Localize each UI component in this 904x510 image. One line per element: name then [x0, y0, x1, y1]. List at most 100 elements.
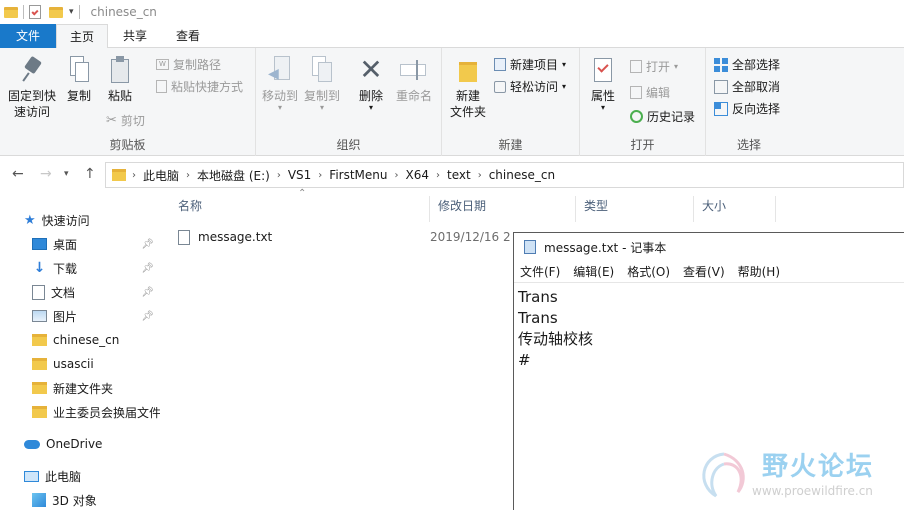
tab-view[interactable]: 查看	[164, 24, 212, 48]
nav-item-label: 下载	[53, 261, 78, 276]
nav-item-label: 图片	[53, 309, 78, 324]
nav-item-label: 桌面	[53, 237, 78, 252]
move-to-icon: ◀	[268, 56, 292, 84]
tab-share[interactable]: 共享	[112, 24, 158, 48]
menu-format[interactable]: 格式(O)	[627, 263, 670, 280]
invert-selection-label: 反向选择	[732, 102, 781, 116]
forum-watermark: 野火论坛 www.proewildfire.cn	[694, 446, 894, 506]
menu-file[interactable]: 文件(F)	[520, 263, 560, 280]
text-line: 传动轴校核	[518, 330, 594, 348]
nav-3d-objects[interactable]: 3D 对象	[32, 489, 160, 510]
nav-item-chinese-cn[interactable]: chinese_cn	[32, 329, 160, 351]
new-folder-button[interactable]: 新建 文件夹	[446, 56, 490, 120]
notepad-text-area[interactable]: Trans Trans 传动轴校核 #	[514, 283, 904, 375]
paste-shortcut-button[interactable]: 粘贴快捷方式	[156, 78, 243, 95]
cube-icon	[32, 493, 46, 507]
menu-view[interactable]: 查看(V)	[683, 263, 725, 280]
nav-item-label: 文档	[51, 285, 76, 300]
chevron-down-icon: ▾	[562, 60, 567, 69]
up-arrow-icon[interactable]: ↑	[84, 166, 96, 182]
notepad-icon	[524, 240, 536, 254]
select-none-button[interactable]: 全部取消	[714, 78, 780, 95]
rename-icon	[400, 56, 428, 84]
breadcrumb-vs1[interactable]: VS1	[288, 168, 311, 182]
menu-help[interactable]: 帮助(H)	[738, 263, 780, 280]
breadcrumb-drive-e[interactable]: 本地磁盘 (E:)	[197, 167, 270, 184]
chevron-right-icon: ›	[186, 169, 191, 181]
address-bar[interactable]: › 此电脑 › 本地磁盘 (E:) › VS1 › FirstMenu › X6…	[105, 162, 904, 188]
nav-item-new-folder[interactable]: 新建文件夹	[32, 377, 160, 399]
new-group-label: 新建	[498, 138, 523, 152]
text-file-icon	[178, 229, 190, 245]
new-folder-quick-icon[interactable]	[49, 6, 63, 18]
pin-quick-access-button[interactable]: 固定到快 速访问	[4, 55, 60, 120]
delete-button[interactable]: ✕ 删除 ▾	[354, 56, 388, 112]
nav-item-documents[interactable]: 文档 📌︎	[32, 281, 160, 303]
edit-button[interactable]: 编辑	[630, 84, 670, 101]
copy-button[interactable]: 复制	[62, 56, 96, 104]
paste-shortcut-label: 粘贴快捷方式	[171, 80, 244, 94]
copy-path-button[interactable]: W 复制路径	[156, 56, 221, 73]
folder-icon	[4, 6, 18, 18]
tab-home[interactable]: 主页	[56, 24, 108, 49]
pin-icon[interactable]: 📌︎	[141, 263, 154, 274]
open-button[interactable]: 打开 ▾	[630, 58, 678, 75]
chevron-right-icon: ›	[477, 169, 482, 181]
invert-selection-icon	[714, 101, 728, 116]
nav-item-pictures[interactable]: 图片 📌︎	[32, 305, 160, 327]
properties-quick-icon[interactable]	[29, 5, 41, 19]
nav-item-label: 新建文件夹	[53, 381, 114, 396]
breadcrumb-x64[interactable]: X64	[406, 168, 430, 182]
breadcrumb-chinese-cn[interactable]: chinese_cn	[489, 168, 555, 182]
new-item-button[interactable]: 新建项目 ▾	[494, 56, 566, 73]
rename-button[interactable]: 重命名	[392, 56, 436, 104]
copy-to-button[interactable]: 复制到 ▾	[302, 56, 342, 112]
breadcrumb-text[interactable]: text	[447, 168, 471, 182]
copy-label: 复制	[66, 89, 91, 103]
pin-icon[interactable]: 📌︎	[141, 287, 154, 298]
column-header-type[interactable]: 类型	[576, 196, 694, 222]
file-name: message.txt	[198, 230, 273, 244]
easy-access-button[interactable]: 轻松访问 ▾	[494, 78, 566, 95]
breadcrumb-this-pc[interactable]: 此电脑	[143, 167, 179, 184]
pin-icon[interactable]: 📌︎	[141, 311, 154, 322]
move-to-button[interactable]: ◀ 移动到 ▾	[260, 56, 300, 112]
menu-edit[interactable]: 编辑(E)	[573, 263, 614, 280]
nav-this-pc-label: 此电脑	[45, 469, 82, 484]
edit-icon	[630, 86, 642, 99]
properties-button[interactable]: 属性 ▾	[586, 56, 620, 112]
delete-label: 删除	[358, 89, 383, 103]
nav-item-downloads[interactable]: ↓ 下载 📌︎	[32, 257, 160, 279]
column-header-modified[interactable]: 修改日期	[430, 196, 576, 222]
column-header-name[interactable]: 名称	[170, 196, 430, 222]
edit-label: 编辑	[646, 86, 671, 100]
history-label: 历史记录	[647, 110, 696, 124]
nav-item-owners-committee[interactable]: 业主委员会换届文件	[32, 401, 160, 423]
column-header-size[interactable]: 大小	[694, 196, 776, 222]
breadcrumb-firstmenu[interactable]: FirstMenu	[329, 168, 387, 182]
history-button[interactable]: 历史记录	[630, 108, 695, 125]
notepad-title: message.txt - 记事本	[544, 240, 667, 255]
easy-access-label: 轻松访问	[510, 80, 559, 94]
tab-file[interactable]: 文件	[0, 24, 56, 48]
pin-icon[interactable]: 📌︎	[141, 239, 154, 250]
select-group: 全部选择 全部取消 反向选择 选择	[706, 48, 792, 156]
copy-to-icon	[310, 56, 334, 84]
easy-access-icon	[494, 80, 506, 93]
cut-button[interactable]: ✂ 剪切	[106, 112, 145, 129]
nav-item-desktop[interactable]: 桌面 📌︎	[32, 233, 160, 255]
nav-item-usascii[interactable]: usascii	[32, 353, 160, 375]
watermark-logo-icon	[702, 452, 745, 498]
select-all-button[interactable]: 全部选择	[714, 56, 780, 73]
back-arrow-icon[interactable]: ←	[12, 166, 24, 182]
select-all-label: 全部选择	[732, 58, 781, 72]
recent-locations-chevron-icon[interactable]: ▾	[64, 169, 69, 179]
chevron-down-icon[interactable]: ▾	[69, 7, 74, 17]
open-group-label: 打开	[630, 138, 655, 152]
notepad-title-bar[interactable]: message.txt - 记事本	[514, 233, 904, 261]
forward-arrow-icon[interactable]: →	[40, 166, 52, 182]
folder-icon	[32, 358, 47, 370]
paste-button[interactable]: 粘贴	[102, 56, 138, 104]
title-bar: ▾ chinese_cn	[0, 0, 904, 24]
invert-selection-button[interactable]: 反向选择	[714, 100, 780, 117]
